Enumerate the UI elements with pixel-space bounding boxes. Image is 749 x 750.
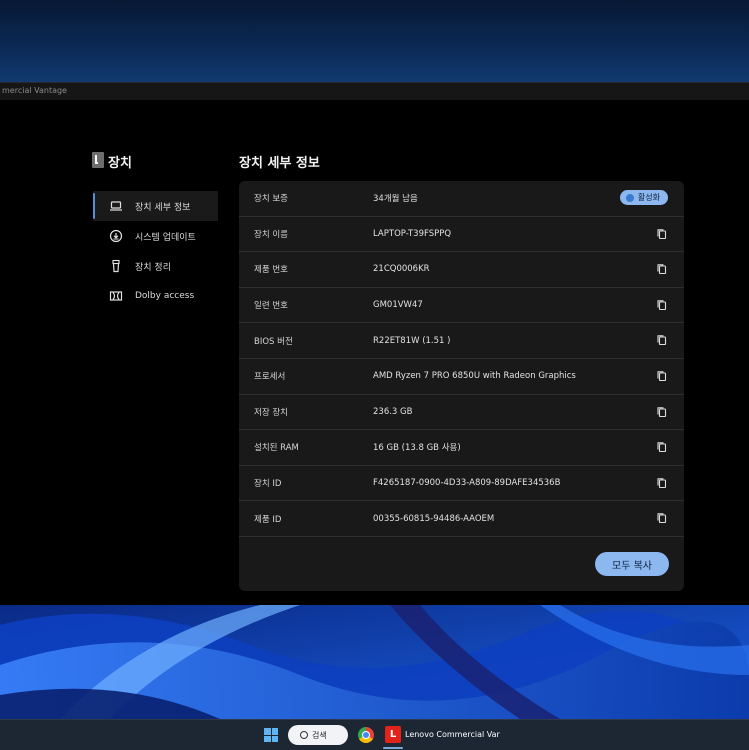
info-key: 저장 장치 xyxy=(254,407,288,418)
desktop-wallpaper xyxy=(0,605,749,719)
taskbar-search-box[interactable]: 검색 xyxy=(288,725,348,745)
info-key: 설치된 RAM xyxy=(254,443,299,454)
info-key: BIOS 버전 xyxy=(254,336,293,347)
info-row-serial-number: 일련 번호 GM01VW47 xyxy=(239,288,684,324)
status-dot-icon xyxy=(625,193,634,202)
copy-icon[interactable] xyxy=(656,299,668,311)
taskbar: 검색 L Lenovo Commercial Var xyxy=(0,719,749,750)
copy-all-button[interactable]: 모두 복사 xyxy=(595,552,669,576)
dolby-icon xyxy=(109,289,123,303)
download-icon xyxy=(109,229,123,243)
sidebar-item-label: 시스템 업데이트 xyxy=(135,232,196,243)
sidebar-nav: 장치 세부 정보 시스템 업데이트 장치 정리 Dolby access xyxy=(93,191,218,311)
lenovo-logo-icon xyxy=(92,152,104,168)
status-badge: 활성화 xyxy=(619,190,668,205)
sidebar-item-label: 장치 세부 정보 xyxy=(135,202,191,213)
info-row-processor: 프로세서 AMD Ryzen 7 PRO 6850U with Radeon G… xyxy=(239,359,684,395)
info-value: 34개월 남음 xyxy=(373,194,418,205)
copy-icon[interactable] xyxy=(656,477,668,489)
info-key: 제품 번호 xyxy=(254,265,288,276)
info-value: F4265187-0900-4D33-A809-89DAFE34536B xyxy=(373,478,561,489)
sidebar-item-device-details[interactable]: 장치 세부 정보 xyxy=(93,191,218,221)
windows-start-icon[interactable] xyxy=(264,728,278,742)
desktop-background-top xyxy=(0,0,749,82)
window-titlebar[interactable]: mercial Vantage xyxy=(0,82,749,101)
info-row-storage: 저장 장치 236.3 GB xyxy=(239,395,684,431)
sidebar-item-system-update[interactable]: 시스템 업데이트 xyxy=(93,221,218,251)
info-value: 21CQ0006KR xyxy=(373,264,430,275)
copy-icon[interactable] xyxy=(656,406,668,418)
device-details-card: 장치 보증 34개월 남음 활성화 장치 이름 LAPTOP-T39FSPPQ … xyxy=(239,181,684,591)
info-row-product-number: 제품 번호 21CQ0006KR xyxy=(239,252,684,288)
info-key: 프로세서 xyxy=(254,372,286,383)
window-title: mercial Vantage xyxy=(2,86,67,95)
info-key: 장치 보증 xyxy=(254,194,288,205)
lenovo-vantage-icon[interactable]: L xyxy=(385,726,401,743)
info-row-device-id: 장치 ID F4265187-0900-4D33-A809-89DAFE3453… xyxy=(239,466,684,502)
info-row-warranty: 장치 보증 34개월 남음 활성화 xyxy=(239,181,684,217)
info-value: LAPTOP-T39FSPPQ xyxy=(373,228,452,239)
sidebar-item-label: 장치 정리 xyxy=(135,262,171,273)
chrome-icon[interactable] xyxy=(358,727,374,743)
trash-icon xyxy=(109,259,123,273)
status-badge-label: 활성화 xyxy=(637,193,660,202)
copy-icon[interactable] xyxy=(656,512,668,524)
search-icon xyxy=(300,731,308,739)
copy-icon[interactable] xyxy=(656,441,668,453)
copy-icon[interactable] xyxy=(656,334,668,346)
bloom-wallpaper-icon xyxy=(0,605,749,719)
info-value: 16 GB (13.8 GB 사용) xyxy=(373,443,461,454)
info-value: GM01VW47 xyxy=(373,300,423,311)
info-row-device-name: 장치 이름 LAPTOP-T39FSPPQ xyxy=(239,217,684,253)
laptop-icon xyxy=(109,199,123,213)
page-title: 장치 세부 정보 xyxy=(239,156,320,171)
info-key: 제품 ID xyxy=(254,514,282,525)
info-key: 장치 이름 xyxy=(254,229,288,240)
info-key: 일련 번호 xyxy=(254,301,288,312)
info-value: 00355-60815-94486-AAOEM xyxy=(373,513,495,524)
sidebar-title: 장치 xyxy=(108,156,132,171)
info-value: R22ET81W (1.51 ) xyxy=(373,335,451,346)
sidebar-item-label: Dolby access xyxy=(135,291,195,301)
app-window: 장치 장치 세부 정보 시스템 업데이트 장치 정리 Dolby access xyxy=(0,100,749,605)
info-row-ram: 설치된 RAM 16 GB (13.8 GB 사용) xyxy=(239,430,684,466)
copy-icon[interactable] xyxy=(656,228,668,240)
sidebar-item-dolby-access[interactable]: Dolby access xyxy=(93,281,218,311)
info-key: 장치 ID xyxy=(254,479,282,490)
copy-icon[interactable] xyxy=(656,370,668,382)
info-value: 236.3 GB xyxy=(373,406,413,417)
info-row-product-id: 제품 ID 00355-60815-94486-AAOEM xyxy=(239,501,684,537)
taskbar-search-label: 검색 xyxy=(312,730,327,740)
info-value: AMD Ryzen 7 PRO 6850U with Radeon Graphi… xyxy=(373,371,576,382)
taskbar-app-label[interactable]: Lenovo Commercial Var xyxy=(405,730,500,739)
info-row-bios-version: BIOS 버전 R22ET81W (1.51 ) xyxy=(239,323,684,359)
sidebar-item-device-cleanup[interactable]: 장치 정리 xyxy=(93,251,218,281)
copy-icon[interactable] xyxy=(656,263,668,275)
